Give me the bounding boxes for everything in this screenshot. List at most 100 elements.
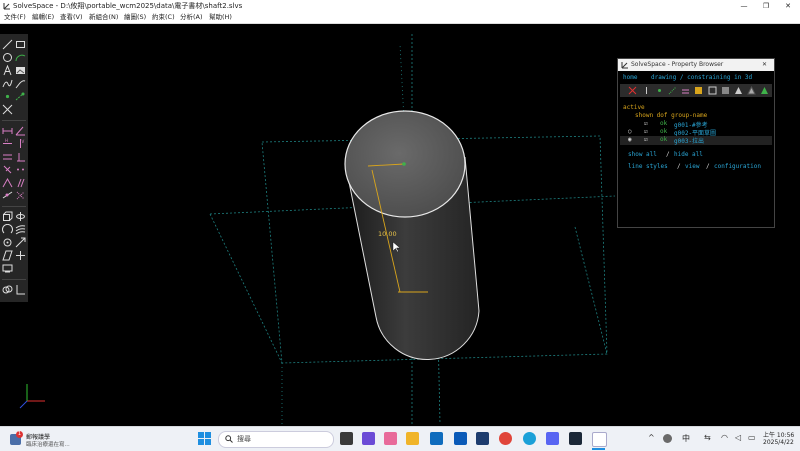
construction-tool-icon[interactable]: [15, 91, 26, 102]
show-all-link[interactable]: show all: [628, 151, 657, 158]
windows-start-icon[interactable]: [198, 432, 211, 445]
photos-app-icon[interactable]: [384, 432, 397, 445]
symmetric-constraint-icon[interactable]: [2, 177, 13, 188]
line-styles-link[interactable]: line styles: [628, 163, 668, 170]
menu-edit[interactable]: 編輯(E): [32, 12, 54, 23]
assemble-tool-icon[interactable]: [2, 263, 13, 274]
chrome-app-icon[interactable]: [499, 432, 512, 445]
clock-time[interactable]: 上午 10:56: [763, 430, 794, 439]
equal-constraint-icon[interactable]: [2, 164, 13, 175]
circle-tool-icon[interactable]: [2, 52, 13, 63]
image-tool-icon[interactable]: [15, 65, 26, 76]
show-outlines-icon[interactable]: [721, 86, 730, 95]
extrude-tool-icon[interactable]: [2, 211, 13, 222]
show-construction-icon[interactable]: [668, 86, 677, 95]
show-mesh-icon[interactable]: [734, 86, 743, 95]
show-hidden-lines-icon[interactable]: [747, 86, 756, 95]
menu-help[interactable]: 幫助(H): [209, 12, 232, 23]
menu-view[interactable]: 查看(V): [60, 12, 83, 23]
helix-tool-icon[interactable]: [15, 224, 26, 235]
workplane-tool-icon[interactable]: [2, 250, 13, 261]
group-row[interactable]: ☑ ok g001-#參考: [620, 120, 772, 129]
tray-app-icon[interactable]: [663, 434, 672, 443]
dropbox-app-icon[interactable]: [454, 432, 467, 445]
file-explorer-icon[interactable]: [406, 432, 419, 445]
cubic-spline-tool-icon[interactable]: [2, 78, 13, 89]
configuration-link[interactable]: configuration: [714, 163, 761, 170]
show-edges-icon[interactable]: [708, 86, 717, 95]
close-button[interactable]: ✕: [777, 0, 799, 12]
tangent-arc-tool-icon[interactable]: [15, 78, 26, 89]
hide-all-link[interactable]: hide all: [674, 151, 703, 158]
input-switch-icon[interactable]: ⇆: [704, 433, 711, 442]
shown-checkbox[interactable]: ☑: [644, 120, 648, 127]
clock-date[interactable]: 2025/4/22: [763, 439, 794, 446]
point-tool-icon[interactable]: [2, 91, 13, 102]
step-rotate-tool-icon[interactable]: [2, 237, 13, 248]
taskbar-search-box[interactable]: 搜尋: [218, 431, 334, 448]
group-row[interactable]: ○ ☑ ok g002-平面草圖: [620, 128, 772, 137]
shown-checkbox[interactable]: ☑: [644, 128, 648, 135]
discord-app-icon[interactable]: [546, 432, 559, 445]
line-segment-tool-icon[interactable]: [15, 250, 26, 261]
split-curves-tool-icon[interactable]: [2, 104, 13, 115]
step-translate-tool-icon[interactable]: [15, 237, 26, 248]
revolve-tool-icon[interactable]: [2, 224, 13, 235]
vertical-constraint-icon[interactable]: V: [15, 138, 26, 149]
rectangle-tool-icon[interactable]: [15, 39, 26, 50]
solvespace-app-icon: [621, 62, 628, 69]
dimension-label[interactable]: 10.00: [378, 230, 397, 238]
shown-checkbox[interactable]: ☑: [644, 136, 648, 143]
wifi-icon[interactable]: ◠: [721, 433, 728, 442]
menu-file[interactable]: 文件(F): [4, 12, 26, 23]
line-tool-icon[interactable]: [2, 39, 13, 50]
show-points-icon[interactable]: [655, 86, 664, 95]
sketch-point[interactable]: [402, 162, 406, 166]
menu-constrain[interactable]: 約束(C): [152, 12, 175, 23]
maximize-button[interactable]: ❐: [755, 0, 777, 12]
task-view-icon[interactable]: [340, 432, 353, 445]
nearest-isometric-view-icon[interactable]: [2, 284, 13, 295]
distance-constraint-icon[interactable]: [2, 125, 13, 136]
menu-new-group[interactable]: 新組合(N): [89, 12, 118, 23]
active-radio[interactable]: ◉: [628, 136, 632, 143]
arc-tool-icon[interactable]: [15, 52, 26, 63]
edge-app-icon[interactable]: [523, 432, 536, 445]
volume-icon[interactable]: ◁: [735, 433, 741, 442]
show-workplanes-icon[interactable]: [628, 86, 637, 95]
parallel-constraint-icon[interactable]: [2, 151, 13, 162]
text-tool-icon[interactable]: [2, 65, 13, 76]
show-solid-model-icon[interactable]: [760, 86, 769, 95]
view-link[interactable]: view: [685, 163, 699, 170]
tangent-constraint-icon[interactable]: [2, 190, 13, 201]
notification-widget[interactable]: 1 郵報議學 臨床治療還在寫...: [8, 431, 88, 449]
group-name[interactable]: g003-拉出: [674, 136, 704, 145]
minimize-button[interactable]: —: [733, 0, 755, 12]
solvespace-taskbar-icon[interactable]: [592, 432, 607, 447]
chevron-up-icon[interactable]: ^: [648, 433, 655, 442]
store-app-icon[interactable]: [430, 432, 443, 445]
lathe-tool-icon[interactable]: [15, 211, 26, 222]
nearest-ortho-view-icon[interactable]: [15, 284, 26, 295]
reference-constraint-icon[interactable]: [15, 190, 26, 201]
steam-app-icon[interactable]: [569, 432, 582, 445]
extruded-cylinder[interactable]: [344, 110, 480, 360]
property-browser-close-button[interactable]: ✕: [762, 59, 767, 71]
menu-analyze[interactable]: 分析(A): [180, 12, 203, 23]
menu-sketch[interactable]: 繪圖(S): [124, 12, 146, 23]
lock-constraint-icon[interactable]: [15, 177, 26, 188]
group-row-active[interactable]: ◉ ☑ ok g003-拉出: [620, 136, 772, 145]
app-icon[interactable]: [476, 432, 489, 445]
horizontal-constraint-icon[interactable]: H: [2, 138, 13, 149]
ime-indicator[interactable]: 中: [682, 433, 690, 444]
nav-home-link[interactable]: home: [623, 74, 637, 81]
active-radio[interactable]: ○: [628, 128, 632, 135]
show-constraints-icon[interactable]: [681, 86, 690, 95]
show-normals-icon[interactable]: [642, 86, 651, 95]
angle-constraint-icon[interactable]: [15, 125, 26, 136]
copilot-app-icon[interactable]: [362, 432, 375, 445]
show-faces-icon[interactable]: [694, 86, 703, 95]
battery-icon[interactable]: ▭: [748, 433, 756, 442]
midpoint-constraint-icon[interactable]: [15, 164, 26, 175]
perpendicular-constraint-icon[interactable]: [15, 151, 26, 162]
